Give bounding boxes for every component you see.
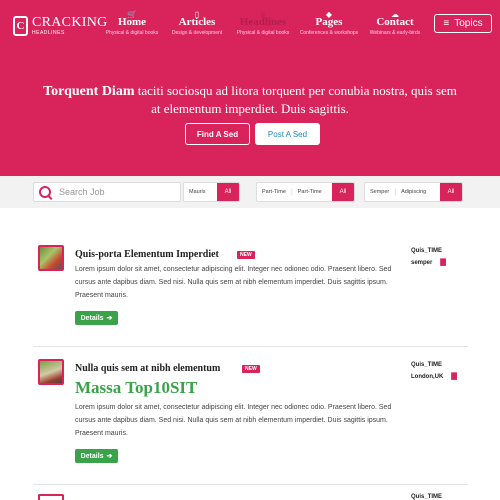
- hero-headline-rest: taciti sociosqu ad litora torquent per c…: [134, 83, 457, 116]
- logo-tagline: HEADLINES: [32, 30, 65, 36]
- job-thumbnail[interactable]: [38, 245, 64, 271]
- filter-option[interactable]: Semper: [365, 189, 394, 195]
- job-time: Quis_TIME: [411, 248, 443, 254]
- search-placeholder: Search Job: [59, 187, 105, 197]
- job-description: Lorem ipsum dolor sit amet, consectetur …: [75, 404, 392, 437]
- job-thumbnail[interactable]: [38, 359, 64, 385]
- nav-item-title: Articles: [178, 16, 216, 28]
- job-location: semper: [411, 260, 433, 266]
- divider: [33, 346, 468, 347]
- filter-option[interactable]: Part-Time: [257, 189, 291, 195]
- nav-item-title: Pages: [315, 16, 343, 28]
- search-bar: Search Job Mauris All Part-Time | Part-T…: [0, 176, 500, 208]
- logo-name: CRACKING: [32, 15, 108, 30]
- topics-button[interactable]: ≡ Topics: [434, 14, 492, 33]
- job-highlight: Massa Top10SIT: [75, 378, 198, 397]
- filter-all-button[interactable]: All: [440, 183, 462, 201]
- new-badge: NEW: [237, 251, 255, 259]
- logo[interactable]: C CRACKING HEADLINES: [13, 16, 108, 36]
- nav-item-subtitle: Webinars & early-birds: [369, 30, 421, 36]
- job-description: Lorem ipsum dolor sit amet, consectetur …: [75, 266, 392, 299]
- logo-badge: C: [13, 16, 28, 36]
- divider: [33, 484, 468, 485]
- nav-item-subtitle: Physical & digital books: [236, 30, 290, 36]
- filter-job-type[interactable]: Part-Time | Part-Time All: [256, 182, 355, 202]
- filter-all-button[interactable]: All: [332, 183, 354, 201]
- nav-item-subtitle: Conferences & workshops: [299, 30, 359, 36]
- new-badge: NEW: [242, 365, 260, 373]
- topics-label: Topics: [454, 18, 483, 29]
- nav-item-contact[interactable]: ☁ Contact Webinars & early-birds: [362, 10, 428, 37]
- hero-headline: Torquent Diam taciti sociosqu ad litora …: [40, 82, 460, 117]
- search-icon: [39, 186, 51, 198]
- arrow-right-icon: ➔: [106, 315, 113, 322]
- details-button[interactable]: Details ➔: [75, 449, 118, 463]
- top-header: C CRACKING HEADLINES 🛒 Home Physical & d…: [0, 0, 500, 50]
- job-listing: Quis-porta Elementum Imperdiet NEW Lorem…: [38, 245, 468, 335]
- nav-item-title: Contact: [376, 16, 414, 28]
- search-input[interactable]: Search Job: [33, 182, 181, 202]
- find-button[interactable]: Find A Sed: [185, 123, 250, 145]
- map-icon[interactable]: ▇: [451, 371, 456, 383]
- job-time: Quis_TIME: [411, 494, 443, 500]
- nav-item-title: Headlines: [239, 16, 287, 28]
- filter-option[interactable]: Mauris: [184, 189, 211, 195]
- job-title[interactable]: Nulla quis sem at nibh elementum: [75, 363, 220, 374]
- job-thumbnail[interactable]: [38, 494, 64, 500]
- filter-level[interactable]: Semper | Adipiscing All: [364, 182, 463, 202]
- filter-all-button[interactable]: All: [217, 183, 239, 201]
- main-nav: 🛒 Home Physical & digital books ▯ Articl…: [100, 10, 428, 37]
- details-label: Details: [80, 314, 104, 322]
- menu-icon: ≡: [443, 18, 450, 29]
- nav-item-headlines[interactable]: ♕ Headlines Physical & digital books: [230, 10, 296, 37]
- job-listing: Nulla quis sem at nibh elementum NEW Mas…: [38, 359, 468, 469]
- arrow-right-icon: ➔: [106, 453, 113, 460]
- post-button[interactable]: Post A Sed: [255, 123, 320, 145]
- nav-item-subtitle: Physical & digital books: [105, 30, 159, 36]
- hero-headline-bold: Torquent Diam: [43, 84, 135, 99]
- job-title[interactable]: Quis-porta Elementum Imperdiet: [75, 249, 219, 260]
- job-time: Quis_TIME: [411, 362, 443, 368]
- hero-banner: Torquent Diam taciti sociosqu ad litora …: [0, 50, 500, 176]
- nav-item-pages[interactable]: ◆ Pages Conferences & workshops: [296, 10, 362, 37]
- job-meta: Quis_TIME London,UK ▇: [411, 359, 457, 383]
- details-button[interactable]: Details ➔: [75, 311, 118, 325]
- filter-option[interactable]: Part-Time: [293, 189, 327, 195]
- filter-option[interactable]: Adipiscing: [396, 189, 431, 195]
- job-location: London,UK: [411, 374, 444, 380]
- filter-category[interactable]: Mauris All: [183, 182, 240, 202]
- map-icon[interactable]: ▇: [440, 257, 445, 269]
- nav-item-home[interactable]: 🛒 Home Physical & digital books: [100, 10, 164, 37]
- nav-item-subtitle: Design & development: [171, 30, 223, 36]
- nav-item-title: Home: [117, 16, 147, 28]
- nav-item-articles[interactable]: ▯ Articles Design & development: [164, 10, 230, 37]
- job-meta: Quis_TIME semper ▇: [411, 245, 446, 269]
- details-label: Details: [80, 452, 104, 460]
